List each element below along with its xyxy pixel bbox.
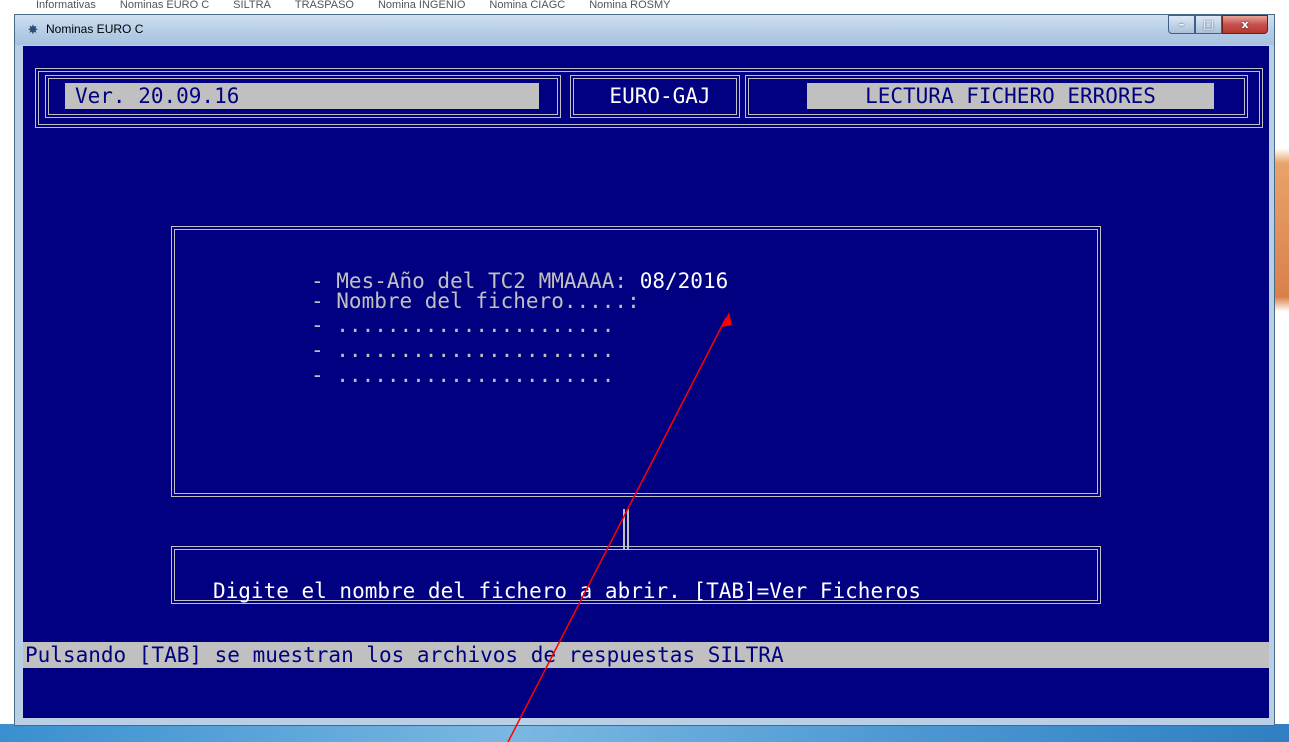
window-controls: – □ x bbox=[1168, 15, 1268, 34]
process-title: LECTURA FICHERO ERRORES bbox=[807, 83, 1214, 109]
desktop-left-edge bbox=[0, 0, 14, 742]
version-label: Ver. 20.09.16 bbox=[65, 83, 539, 109]
frame-connector bbox=[623, 509, 629, 549]
app-icon: ✸ bbox=[27, 22, 39, 38]
background-tab[interactable]: SILTRA bbox=[233, 0, 271, 12]
title-bar[interactable]: ✸ Nominas EURO C – □ x bbox=[15, 15, 1274, 45]
background-tab[interactable]: Nomina INGENIO bbox=[378, 0, 465, 12]
background-tab[interactable]: TRASPASO bbox=[295, 0, 354, 12]
background-window-tabs: Informativas Nominas EURO C SILTRA TRASP… bbox=[36, 0, 670, 12]
company-code: EURO-GAJ bbox=[609, 84, 711, 108]
background-tab[interactable]: Nomina ROSMY bbox=[589, 0, 670, 12]
console-area[interactable]: Ver. 20.09.16 EURO-GAJ LECTURA FICHERO E… bbox=[23, 46, 1269, 718]
background-tab[interactable]: Informativas bbox=[36, 0, 96, 12]
app-window: ✸ Nominas EURO C – □ x Ver. 20.09.16 EUR… bbox=[14, 14, 1275, 726]
desktop-right-edge bbox=[1275, 0, 1289, 742]
status-bar: Pulsando [TAB] se muestran los archivos … bbox=[23, 642, 1269, 668]
minimize-button[interactable]: – bbox=[1168, 15, 1195, 34]
month-year-value[interactable]: 08/2016 bbox=[640, 269, 729, 293]
background-tab[interactable]: Nominas EURO C bbox=[120, 0, 209, 12]
filename-label: - Nombre del fichero.....: bbox=[311, 289, 640, 313]
background-tab[interactable]: Nomina CIAGC bbox=[489, 0, 565, 12]
file-line-3[interactable]: - ...................... bbox=[311, 314, 614, 336]
maximize-button[interactable]: □ bbox=[1195, 15, 1222, 34]
prompt-message: Digite el nombre del fichero a abrir. [T… bbox=[213, 579, 922, 603]
file-line-5[interactable]: - ...................... bbox=[311, 364, 614, 386]
desktop-taskbar-strip bbox=[0, 724, 1289, 742]
file-line-4[interactable]: - ...................... bbox=[311, 339, 614, 361]
close-button[interactable]: x bbox=[1222, 15, 1268, 34]
window-title: Nominas EURO C bbox=[46, 22, 144, 36]
